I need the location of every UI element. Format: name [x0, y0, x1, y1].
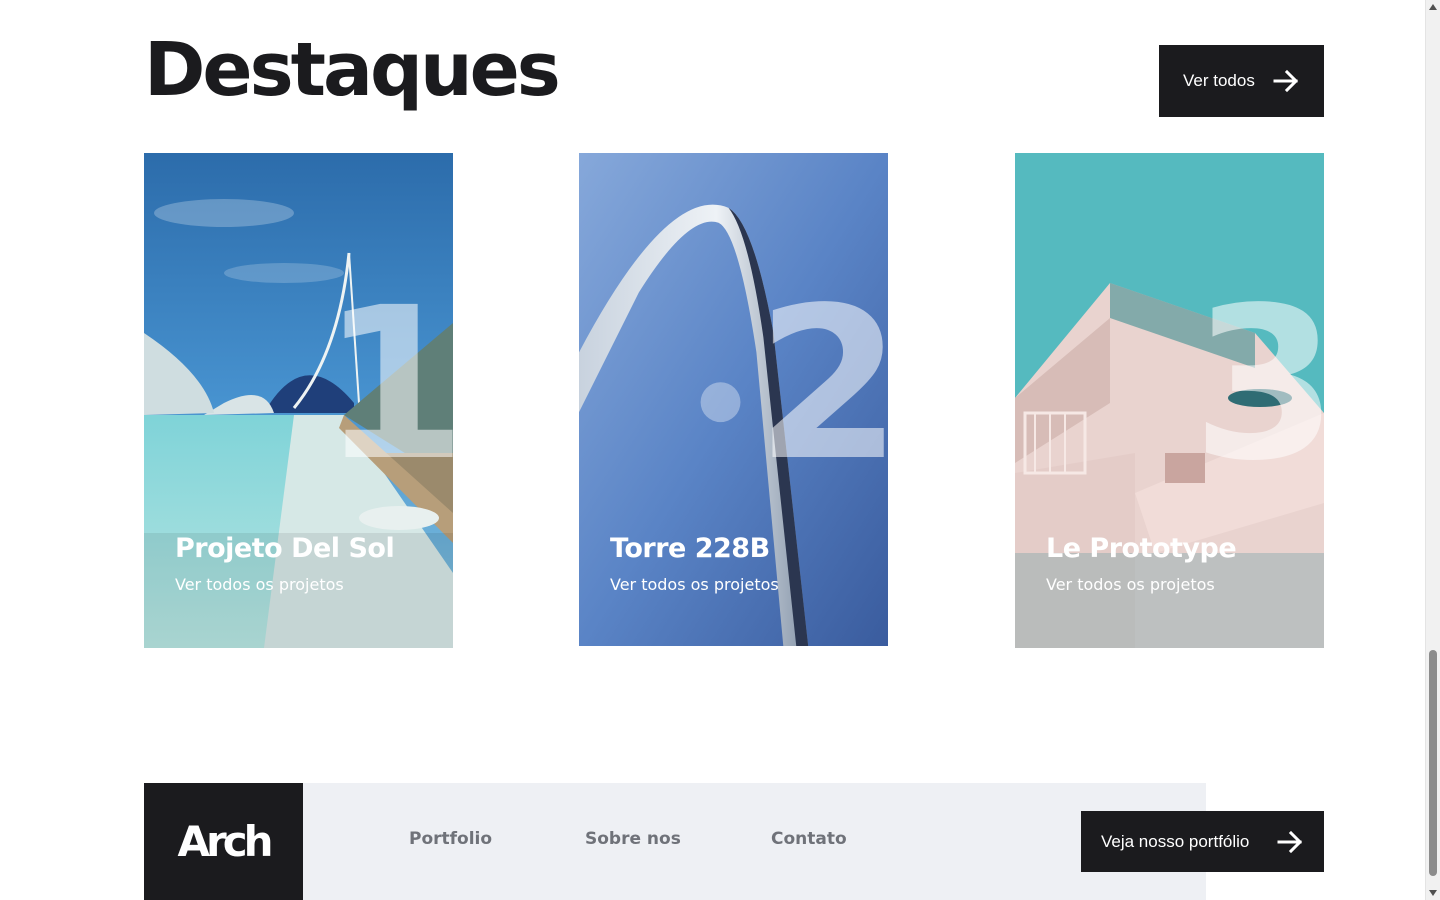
- card-title: Torre 228B: [610, 533, 770, 564]
- card-number: 2: [755, 262, 888, 507]
- project-card-2[interactable]: 2 Torre 228B Ver todos os projetos: [579, 153, 888, 648]
- scrollbar-thumb[interactable]: [1429, 650, 1437, 876]
- card-number: 3: [1191, 262, 1324, 507]
- card-link[interactable]: Ver todos os projetos: [1046, 575, 1215, 594]
- logo-text: Arch: [177, 817, 273, 866]
- arrow-right-icon: [1277, 830, 1303, 853]
- card-link[interactable]: Ver todos os projetos: [610, 575, 779, 594]
- logo[interactable]: Arch: [144, 783, 303, 900]
- portfolio-cta-label: Veja nosso portfólio: [1101, 831, 1250, 851]
- project-card-1[interactable]: 1 Projeto Del Sol Ver todos os projetos: [144, 153, 453, 648]
- section-title: Destaques: [144, 27, 561, 113]
- view-all-button[interactable]: Ver todos: [1159, 45, 1324, 117]
- vertical-scrollbar[interactable]: [1425, 0, 1440, 900]
- card-title: Le Prototype: [1046, 533, 1237, 564]
- view-all-label: Ver todos: [1183, 71, 1255, 90]
- card-link[interactable]: Ver todos os projetos: [175, 575, 344, 594]
- footer-link-contato[interactable]: Contato: [771, 829, 847, 849]
- card-title: Projeto Del Sol: [175, 533, 395, 564]
- scroll-down-icon[interactable]: [1429, 890, 1437, 896]
- footer-link-sobre-nos[interactable]: Sobre nos: [585, 829, 681, 849]
- project-card-3[interactable]: 3 Le Prototype Ver todos os projetos: [1015, 153, 1324, 648]
- card-number: 1: [320, 262, 453, 507]
- scroll-up-icon[interactable]: [1429, 4, 1437, 10]
- arrow-right-icon: [1273, 69, 1299, 93]
- footer-link-portfolio[interactable]: Portfolio: [409, 829, 492, 849]
- portfolio-cta-button[interactable]: Veja nosso portfólio: [1081, 811, 1324, 872]
